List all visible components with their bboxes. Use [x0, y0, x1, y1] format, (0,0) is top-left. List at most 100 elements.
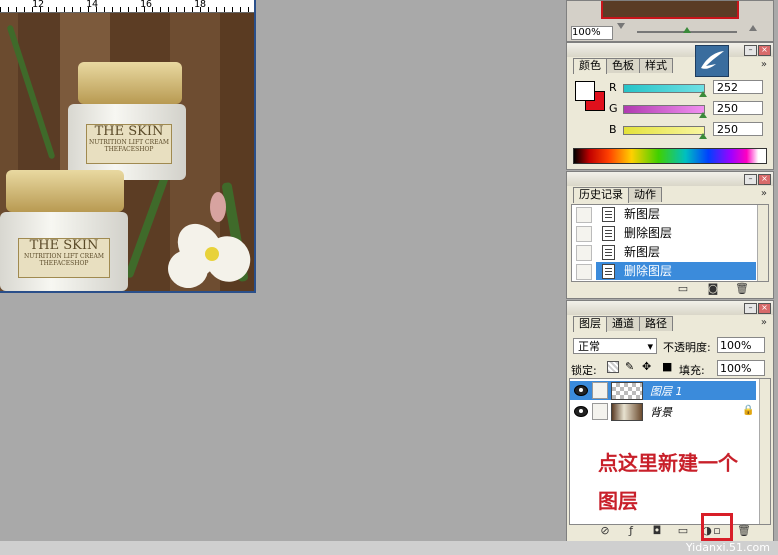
zoom-out-icon[interactable]: [617, 23, 625, 29]
jar-subtitle: NUTRITION LIFT CREAM: [23, 253, 105, 260]
link-layers-icon[interactable]: ⊘: [599, 525, 611, 537]
annotation-line: 图层: [598, 489, 638, 513]
history-step-icon: [602, 226, 615, 241]
minimize-icon[interactable]: –: [744, 174, 757, 185]
tab-swatches[interactable]: 色板: [606, 58, 640, 73]
lock-label: 锁定:: [571, 364, 597, 377]
jar-subtitle: NUTRITION LIFT CREAM: [88, 139, 170, 146]
slider-thumb-icon[interactable]: [683, 27, 691, 33]
history-panel: – × 历史记录 动作 » 新图层 删除图层 新图层 删除图层 ▭ ◙ 🗑: [566, 171, 774, 299]
ps-feather-icon[interactable]: [695, 45, 729, 77]
visibility-eye-icon[interactable]: [574, 406, 588, 417]
history-brush-slot[interactable]: [576, 264, 592, 280]
history-scrollbar[interactable]: [757, 205, 768, 281]
slider-thumb-icon[interactable]: [699, 112, 707, 118]
new-document-from-state-icon[interactable]: ▭: [677, 283, 689, 295]
tab-actions[interactable]: 动作: [628, 187, 662, 202]
annotation-highlight-box: [701, 513, 733, 541]
jar-label-top: THE SKIN NUTRITION LIFT CREAM THEFACESHO…: [86, 124, 172, 164]
history-item[interactable]: 删除图层: [596, 224, 756, 242]
blend-mode-value: 正常: [578, 340, 600, 353]
ruler-ticks: [0, 7, 254, 12]
channel-b-value[interactable]: 250: [713, 122, 763, 136]
close-icon[interactable]: ×: [758, 174, 771, 185]
panel-menu-icon[interactable]: »: [761, 188, 767, 199]
panel-titlebar: – ×: [567, 43, 773, 57]
layer-name[interactable]: 图层 1: [650, 383, 683, 399]
link-slot[interactable]: [592, 403, 608, 420]
history-brush-slot[interactable]: [576, 245, 592, 261]
history-item-selected[interactable]: 删除图层: [596, 262, 756, 280]
opacity-label: 不透明度:: [663, 341, 711, 354]
lock-all-icon[interactable]: ■: [662, 360, 672, 373]
trash-icon[interactable]: 🗑: [737, 525, 751, 537]
lock-position-icon[interactable]: ✥: [642, 360, 651, 373]
fill-field[interactable]: 100%: [717, 360, 765, 376]
brush-icon[interactable]: [592, 382, 608, 399]
tab-layers[interactable]: 图层: [573, 316, 607, 332]
slider-thumb-icon[interactable]: [699, 91, 707, 97]
history-panel-tabs: 历史记录 动作: [573, 187, 662, 203]
history-step-icon: [602, 264, 615, 279]
horizontal-ruler: 12 14 16 18: [0, 0, 254, 13]
channel-r-slider[interactable]: [623, 84, 705, 93]
opacity-field[interactable]: 100%: [717, 337, 765, 353]
color-ramp[interactable]: [573, 148, 767, 164]
minimize-icon[interactable]: –: [744, 303, 757, 314]
layer-mask-icon[interactable]: ◘: [651, 525, 663, 537]
history-brush-slot[interactable]: [576, 207, 592, 223]
lock-icon: 🔒: [742, 405, 755, 416]
jar-lid-top: [78, 62, 182, 104]
panel-titlebar: – ×: [567, 301, 773, 315]
tab-paths[interactable]: 路径: [639, 316, 673, 331]
lock-pixels-icon[interactable]: ✎: [625, 360, 634, 373]
trash-icon[interactable]: 🗑: [735, 283, 749, 295]
panel-menu-icon[interactable]: »: [761, 59, 767, 70]
tab-history[interactable]: 历史记录: [573, 187, 629, 203]
close-icon[interactable]: ×: [758, 303, 771, 314]
layer-name[interactable]: 背景: [650, 404, 672, 420]
slider-thumb-icon[interactable]: [699, 133, 707, 139]
visibility-eye-icon[interactable]: [574, 385, 588, 396]
zoom-in-icon[interactable]: [749, 25, 757, 31]
panel-titlebar: – ×: [567, 172, 773, 186]
jar-brand: THE SKIN: [29, 238, 99, 253]
product-photo: THE SKIN NUTRITION LIFT CREAM THEFACESHO…: [0, 12, 254, 291]
close-icon[interactable]: ×: [758, 45, 771, 56]
blend-mode-select[interactable]: 正常 ▾: [573, 338, 657, 354]
navigator-preview[interactable]: [601, 1, 739, 19]
channel-b-slider[interactable]: [623, 126, 705, 135]
channel-g-value[interactable]: 250: [713, 101, 763, 115]
channel-g-slider[interactable]: [623, 105, 705, 114]
panel-menu-icon[interactable]: »: [761, 317, 767, 328]
jar-label-bottom: THE SKIN NUTRITION LIFT CREAM THEFACESHO…: [18, 238, 110, 278]
history-list: 新图层 删除图层 新图层 删除图层: [571, 204, 769, 282]
document-canvas[interactable]: THE SKIN NUTRITION LIFT CREAM THEFACESHO…: [0, 0, 256, 293]
tab-channels[interactable]: 通道: [606, 316, 640, 331]
history-brush-slot[interactable]: [576, 226, 592, 242]
channel-g-label: G: [609, 102, 618, 115]
jar-lid-bottom: [6, 170, 124, 212]
history-item[interactable]: 新图层: [596, 205, 756, 223]
tab-color[interactable]: 颜色: [573, 58, 607, 74]
history-item[interactable]: 新图层: [596, 243, 756, 261]
stem-decoration: [6, 24, 56, 160]
layer-style-icon[interactable]: ƒ: [625, 525, 637, 537]
channel-r-value[interactable]: 252: [713, 80, 763, 94]
minimize-icon[interactable]: –: [744, 45, 757, 56]
navigator-panel: 100%: [566, 0, 774, 42]
chevron-down-icon: ▾: [647, 340, 653, 353]
color-panel-tabs: 颜色 色板 样式: [573, 58, 673, 74]
navigator-zoom-field[interactable]: 100%: [571, 26, 613, 40]
lock-transparency-icon[interactable]: [607, 361, 619, 373]
tab-styles[interactable]: 样式: [639, 58, 673, 73]
foreground-swatch[interactable]: [575, 81, 595, 101]
layers-panel-tabs: 图层 通道 路径: [573, 316, 673, 332]
folder-icon[interactable]: ▭: [677, 525, 689, 537]
channel-r-label: R: [609, 81, 617, 94]
lily-center: [205, 247, 219, 261]
layer-row-selected[interactable]: 图层 1: [570, 381, 756, 400]
watermark: Yidanxi.51.com: [685, 541, 770, 554]
snapshot-icon[interactable]: ◙: [707, 283, 719, 295]
layer-row[interactable]: 背景 🔒: [570, 402, 756, 421]
